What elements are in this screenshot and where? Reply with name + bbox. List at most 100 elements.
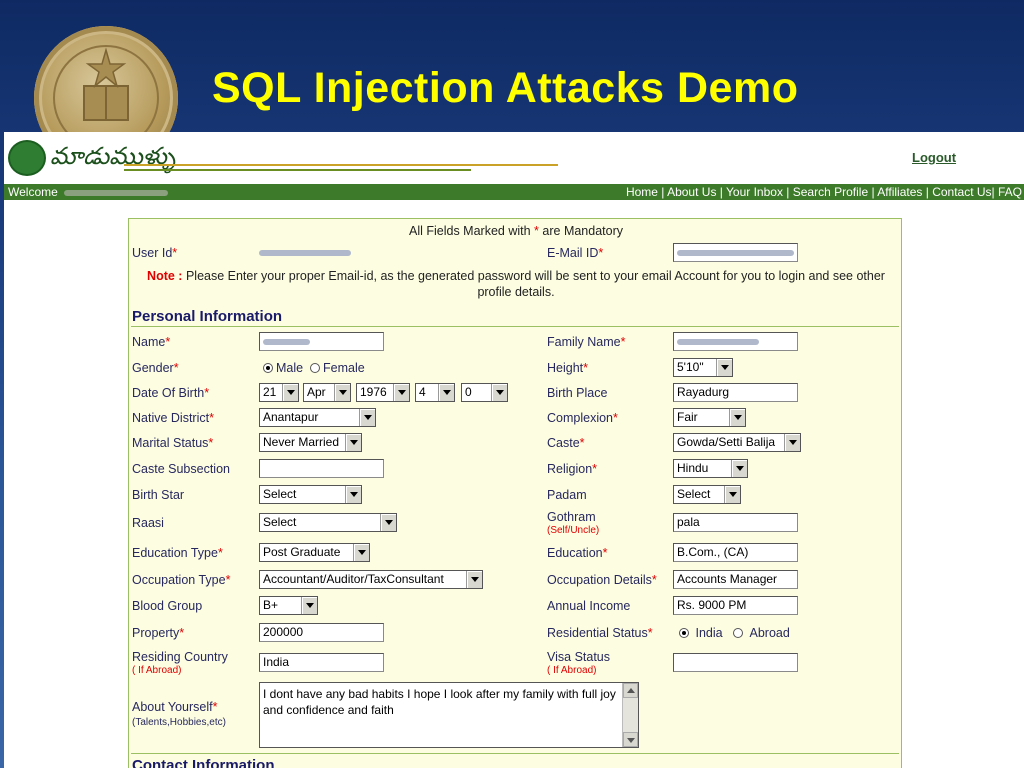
gender-female-radio[interactable] xyxy=(310,363,321,373)
personal-info-heading: Personal Information xyxy=(132,308,283,325)
about-yourself-textarea[interactable]: I dont have any bad habits I hope I look… xyxy=(259,682,639,748)
residing-country-hint: ( If Abroad) xyxy=(132,665,182,676)
registration-form: All Fields Marked with * are Mandatory U… xyxy=(128,218,902,768)
residing-country-input[interactable]: India xyxy=(259,653,384,672)
chevron-down-icon[interactable] xyxy=(729,409,745,426)
native-district-select[interactable]: Anantapur xyxy=(259,408,376,427)
padam-select[interactable]: Select xyxy=(673,485,741,504)
nav-contact-faq[interactable]: Contact Us| FAQ xyxy=(922,185,1022,199)
annual-income-label: Annual Income xyxy=(547,599,631,613)
occupation-details-input[interactable]: Accounts Manager xyxy=(673,570,798,589)
site-logo-icon[interactable] xyxy=(8,140,46,176)
dob-year-select[interactable]: 1976 xyxy=(356,383,410,402)
welcome-text: Welcome xyxy=(8,184,168,200)
gender-male-label: Male xyxy=(276,361,304,375)
user-id-label: User Id* xyxy=(132,246,178,260)
chevron-down-icon[interactable] xyxy=(282,384,298,401)
education-input[interactable]: B.Com., (CA) xyxy=(673,543,798,562)
nav-search-profile[interactable]: Search Profile xyxy=(783,185,868,199)
raasi-select[interactable]: Select xyxy=(259,513,397,532)
caste-select[interactable]: Gowda/Setti Balija xyxy=(673,433,801,452)
chevron-down-icon[interactable] xyxy=(353,544,369,561)
gender-radio-group: Male Female xyxy=(263,361,365,375)
family-name-input[interactable] xyxy=(673,332,798,351)
height-label: Height* xyxy=(547,361,589,375)
dob-minute-select[interactable]: 0 xyxy=(461,383,508,402)
visa-status-label: Visa Status xyxy=(547,650,611,664)
blood-group-label: Blood Group xyxy=(132,599,203,613)
about-yourself-label: About Yourself* xyxy=(132,700,218,714)
scroll-up-icon[interactable] xyxy=(623,683,638,698)
section-divider xyxy=(131,753,899,754)
birth-star-label: Birth Star xyxy=(132,488,185,502)
chevron-down-icon[interactable] xyxy=(380,514,396,531)
chevron-down-icon[interactable] xyxy=(724,486,740,503)
nav-home[interactable]: Home xyxy=(626,185,658,199)
note-text: Note : Please Enter your proper Email-id… xyxy=(147,269,885,299)
logout-link[interactable]: Logout xyxy=(912,150,956,165)
gender-female-label: Female xyxy=(323,361,365,375)
logo-underline xyxy=(124,164,558,172)
residential-india-radio[interactable] xyxy=(679,628,689,638)
nav-your-inbox[interactable]: Your Inbox xyxy=(716,185,783,199)
birth-place-input[interactable]: Rayadurg xyxy=(673,383,798,402)
dob-hour-select[interactable]: 4 xyxy=(415,383,455,402)
visa-status-input[interactable] xyxy=(673,653,798,672)
chevron-down-icon[interactable] xyxy=(466,571,482,588)
user-id-masked-value xyxy=(259,250,351,256)
birth-star-select[interactable]: Select xyxy=(259,485,362,504)
marital-status-label: Marital Status* xyxy=(132,436,214,450)
section-divider xyxy=(131,326,899,327)
site-header: మాడుముళ్ళు Logout xyxy=(4,132,1024,184)
residential-radio-group: India Abroad xyxy=(679,626,790,640)
slide-title: SQL Injection Attacks Demo xyxy=(212,64,799,112)
height-select[interactable]: 5'10" xyxy=(673,358,733,377)
education-type-label: Education Type* xyxy=(132,546,223,560)
native-district-label: Native District* xyxy=(132,411,214,425)
religion-label: Religion* xyxy=(547,462,598,476)
chevron-down-icon[interactable] xyxy=(345,486,361,503)
complexion-select[interactable]: Fair xyxy=(673,408,746,427)
family-name-label: Family Name* xyxy=(547,335,626,349)
email-label: E-Mail ID* xyxy=(547,246,604,260)
textarea-scrollbar[interactable] xyxy=(622,683,638,747)
chevron-down-icon[interactable] xyxy=(491,384,507,401)
nav-bar: Welcome HomeAbout UsYour InboxSearch Pro… xyxy=(4,184,1024,200)
caste-label: Caste* xyxy=(547,436,585,450)
residential-abroad-label: Abroad xyxy=(749,626,790,640)
nav-affiliates[interactable]: Affiliates xyxy=(868,185,922,199)
name-input[interactable] xyxy=(259,332,384,351)
gender-male-radio[interactable] xyxy=(263,363,273,373)
nav-about-us[interactable]: About Us xyxy=(658,185,716,199)
chevron-down-icon[interactable] xyxy=(716,359,732,376)
gender-label: Gender* xyxy=(132,361,179,375)
scroll-down-icon[interactable] xyxy=(623,732,638,747)
property-input[interactable]: 200000 xyxy=(259,623,384,642)
chevron-down-icon[interactable] xyxy=(731,460,747,477)
education-label: Education* xyxy=(547,546,608,560)
occupation-type-select[interactable]: Accountant/Auditor/TaxConsultant xyxy=(259,570,483,589)
residential-abroad-radio[interactable] xyxy=(733,628,744,638)
blood-group-select[interactable]: B+ xyxy=(259,596,318,615)
religion-select[interactable]: Hindu xyxy=(673,459,748,478)
gothram-label: Gothram xyxy=(547,510,596,524)
property-label: Property* xyxy=(132,626,185,640)
dob-label: Date Of Birth* xyxy=(132,386,210,400)
education-type-select[interactable]: Post Graduate xyxy=(259,543,370,562)
chevron-down-icon[interactable] xyxy=(359,409,375,426)
chevron-down-icon[interactable] xyxy=(334,384,350,401)
annual-income-input[interactable]: Rs. 9000 PM xyxy=(673,596,798,615)
caste-subsection-input[interactable] xyxy=(259,459,384,478)
dob-month-select[interactable]: Apr xyxy=(303,383,351,402)
marital-status-select[interactable]: Never Married xyxy=(259,433,362,452)
chevron-down-icon[interactable] xyxy=(784,434,800,451)
chevron-down-icon[interactable] xyxy=(438,384,454,401)
chevron-down-icon[interactable] xyxy=(301,597,317,614)
chevron-down-icon[interactable] xyxy=(345,434,361,451)
chevron-down-icon[interactable] xyxy=(393,384,409,401)
dob-day-select[interactable]: 21 xyxy=(259,383,299,402)
email-input[interactable] xyxy=(673,243,798,262)
padam-label: Padam xyxy=(547,488,587,502)
about-yourself-text: I dont have any bad habits I hope I look… xyxy=(263,687,616,717)
gothram-input[interactable]: pala xyxy=(673,513,798,532)
